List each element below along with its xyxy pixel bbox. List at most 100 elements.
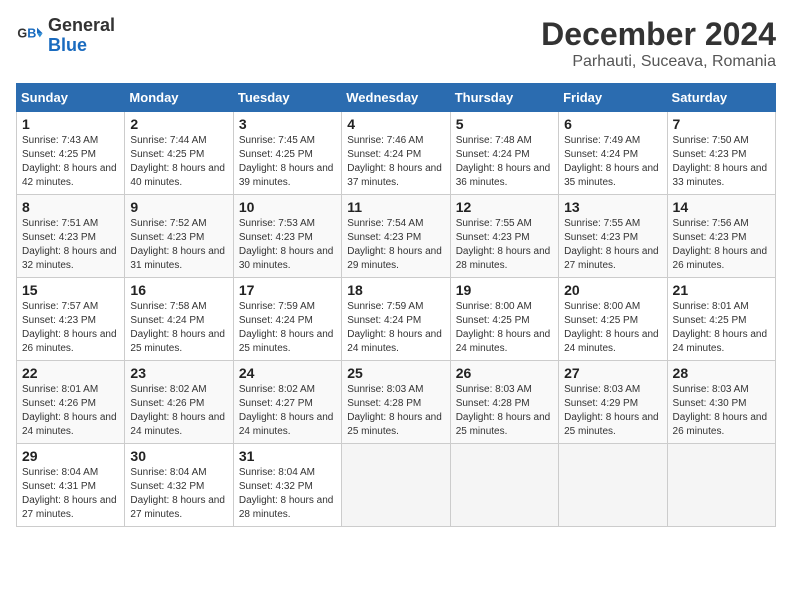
calendar-cell: 17 Sunrise: 7:59 AM Sunset: 4:24 PM Dayl… [233,278,341,361]
day-number: 6 [564,116,661,132]
day-number: 31 [239,448,336,464]
day-info: Sunrise: 7:49 AM Sunset: 4:24 PM Dayligh… [564,134,661,190]
day-info: Sunrise: 7:46 AM Sunset: 4:24 PM Dayligh… [347,134,444,190]
calendar-cell: 25 Sunrise: 8:03 AM Sunset: 4:28 PM Dayl… [342,361,450,444]
calendar-cell [559,444,667,527]
calendar-cell: 8 Sunrise: 7:51 AM Sunset: 4:23 PM Dayli… [17,195,125,278]
weekday-header-thursday: Thursday [450,84,558,112]
day-number: 1 [22,116,119,132]
calendar-cell: 16 Sunrise: 7:58 AM Sunset: 4:24 PM Dayl… [125,278,233,361]
day-number: 18 [347,282,444,298]
calendar-cell: 30 Sunrise: 8:04 AM Sunset: 4:32 PM Dayl… [125,444,233,527]
calendar-cell: 21 Sunrise: 8:01 AM Sunset: 4:25 PM Dayl… [667,278,775,361]
day-info: Sunrise: 7:52 AM Sunset: 4:23 PM Dayligh… [130,217,227,273]
calendar-cell: 18 Sunrise: 7:59 AM Sunset: 4:24 PM Dayl… [342,278,450,361]
day-info: Sunrise: 8:04 AM Sunset: 4:32 PM Dayligh… [130,466,227,522]
weekday-header-monday: Monday [125,84,233,112]
calendar-cell: 26 Sunrise: 8:03 AM Sunset: 4:28 PM Dayl… [450,361,558,444]
weekday-header-friday: Friday [559,84,667,112]
weekday-header-tuesday: Tuesday [233,84,341,112]
svg-text:G: G [17,26,27,40]
calendar-week-3: 15 Sunrise: 7:57 AM Sunset: 4:23 PM Dayl… [17,278,776,361]
calendar-cell: 4 Sunrise: 7:46 AM Sunset: 4:24 PM Dayli… [342,112,450,195]
day-number: 2 [130,116,227,132]
day-info: Sunrise: 8:02 AM Sunset: 4:27 PM Dayligh… [239,383,336,439]
calendar-week-2: 8 Sunrise: 7:51 AM Sunset: 4:23 PM Dayli… [17,195,776,278]
calendar-cell: 24 Sunrise: 8:02 AM Sunset: 4:27 PM Dayl… [233,361,341,444]
month-title: December 2024 [541,16,776,53]
day-number: 7 [673,116,770,132]
calendar-cell: 7 Sunrise: 7:50 AM Sunset: 4:23 PM Dayli… [667,112,775,195]
weekday-header-row: SundayMondayTuesdayWednesdayThursdayFrid… [17,84,776,112]
calendar-cell: 10 Sunrise: 7:53 AM Sunset: 4:23 PM Dayl… [233,195,341,278]
day-info: Sunrise: 8:02 AM Sunset: 4:26 PM Dayligh… [130,383,227,439]
day-number: 10 [239,199,336,215]
day-number: 11 [347,199,444,215]
calendar-cell: 14 Sunrise: 7:56 AM Sunset: 4:23 PM Dayl… [667,195,775,278]
day-number: 16 [130,282,227,298]
day-info: Sunrise: 7:43 AM Sunset: 4:25 PM Dayligh… [22,134,119,190]
day-info: Sunrise: 7:55 AM Sunset: 4:23 PM Dayligh… [456,217,553,273]
location-title: Parhauti, Suceava, Romania [541,53,776,71]
day-number: 4 [347,116,444,132]
day-number: 13 [564,199,661,215]
day-info: Sunrise: 8:03 AM Sunset: 4:28 PM Dayligh… [347,383,444,439]
day-number: 8 [22,199,119,215]
day-number: 17 [239,282,336,298]
calendar-table: SundayMondayTuesdayWednesdayThursdayFrid… [16,83,776,527]
calendar-cell [667,444,775,527]
calendar-cell: 28 Sunrise: 8:03 AM Sunset: 4:30 PM Dayl… [667,361,775,444]
calendar-week-4: 22 Sunrise: 8:01 AM Sunset: 4:26 PM Dayl… [17,361,776,444]
day-number: 5 [456,116,553,132]
calendar-cell: 29 Sunrise: 8:04 AM Sunset: 4:31 PM Dayl… [17,444,125,527]
day-info: Sunrise: 8:03 AM Sunset: 4:28 PM Dayligh… [456,383,553,439]
day-number: 25 [347,365,444,381]
title-area: December 2024 Parhauti, Suceava, Romania [541,16,776,71]
day-number: 22 [22,365,119,381]
day-info: Sunrise: 8:00 AM Sunset: 4:25 PM Dayligh… [564,300,661,356]
calendar-cell: 15 Sunrise: 7:57 AM Sunset: 4:23 PM Dayl… [17,278,125,361]
day-number: 29 [22,448,119,464]
day-info: Sunrise: 8:04 AM Sunset: 4:31 PM Dayligh… [22,466,119,522]
calendar-cell: 27 Sunrise: 8:03 AM Sunset: 4:29 PM Dayl… [559,361,667,444]
header: G B General Blue December 2024 Parhauti,… [16,16,776,71]
day-number: 12 [456,199,553,215]
day-info: Sunrise: 7:48 AM Sunset: 4:24 PM Dayligh… [456,134,553,190]
day-number: 3 [239,116,336,132]
day-number: 21 [673,282,770,298]
calendar-week-1: 1 Sunrise: 7:43 AM Sunset: 4:25 PM Dayli… [17,112,776,195]
calendar-cell [342,444,450,527]
day-number: 28 [673,365,770,381]
day-info: Sunrise: 7:59 AM Sunset: 4:24 PM Dayligh… [347,300,444,356]
calendar-cell: 2 Sunrise: 7:44 AM Sunset: 4:25 PM Dayli… [125,112,233,195]
day-info: Sunrise: 7:56 AM Sunset: 4:23 PM Dayligh… [673,217,770,273]
calendar-cell: 22 Sunrise: 8:01 AM Sunset: 4:26 PM Dayl… [17,361,125,444]
logo-text: General Blue [48,16,115,56]
weekday-header-sunday: Sunday [17,84,125,112]
calendar-week-5: 29 Sunrise: 8:04 AM Sunset: 4:31 PM Dayl… [17,444,776,527]
day-info: Sunrise: 7:51 AM Sunset: 4:23 PM Dayligh… [22,217,119,273]
calendar-cell: 5 Sunrise: 7:48 AM Sunset: 4:24 PM Dayli… [450,112,558,195]
calendar-cell [450,444,558,527]
day-info: Sunrise: 7:45 AM Sunset: 4:25 PM Dayligh… [239,134,336,190]
day-number: 24 [239,365,336,381]
day-number: 26 [456,365,553,381]
day-info: Sunrise: 7:44 AM Sunset: 4:25 PM Dayligh… [130,134,227,190]
logo-icon: G B [16,22,44,50]
day-info: Sunrise: 7:57 AM Sunset: 4:23 PM Dayligh… [22,300,119,356]
day-number: 9 [130,199,227,215]
calendar-cell: 9 Sunrise: 7:52 AM Sunset: 4:23 PM Dayli… [125,195,233,278]
day-info: Sunrise: 8:03 AM Sunset: 4:30 PM Dayligh… [673,383,770,439]
weekday-header-saturday: Saturday [667,84,775,112]
calendar-cell: 20 Sunrise: 8:00 AM Sunset: 4:25 PM Dayl… [559,278,667,361]
day-number: 14 [673,199,770,215]
day-info: Sunrise: 7:58 AM Sunset: 4:24 PM Dayligh… [130,300,227,356]
day-number: 27 [564,365,661,381]
calendar-cell: 11 Sunrise: 7:54 AM Sunset: 4:23 PM Dayl… [342,195,450,278]
calendar-cell: 6 Sunrise: 7:49 AM Sunset: 4:24 PM Dayli… [559,112,667,195]
calendar-cell: 12 Sunrise: 7:55 AM Sunset: 4:23 PM Dayl… [450,195,558,278]
day-info: Sunrise: 8:04 AM Sunset: 4:32 PM Dayligh… [239,466,336,522]
day-number: 23 [130,365,227,381]
calendar-cell: 13 Sunrise: 7:55 AM Sunset: 4:23 PM Dayl… [559,195,667,278]
weekday-header-wednesday: Wednesday [342,84,450,112]
